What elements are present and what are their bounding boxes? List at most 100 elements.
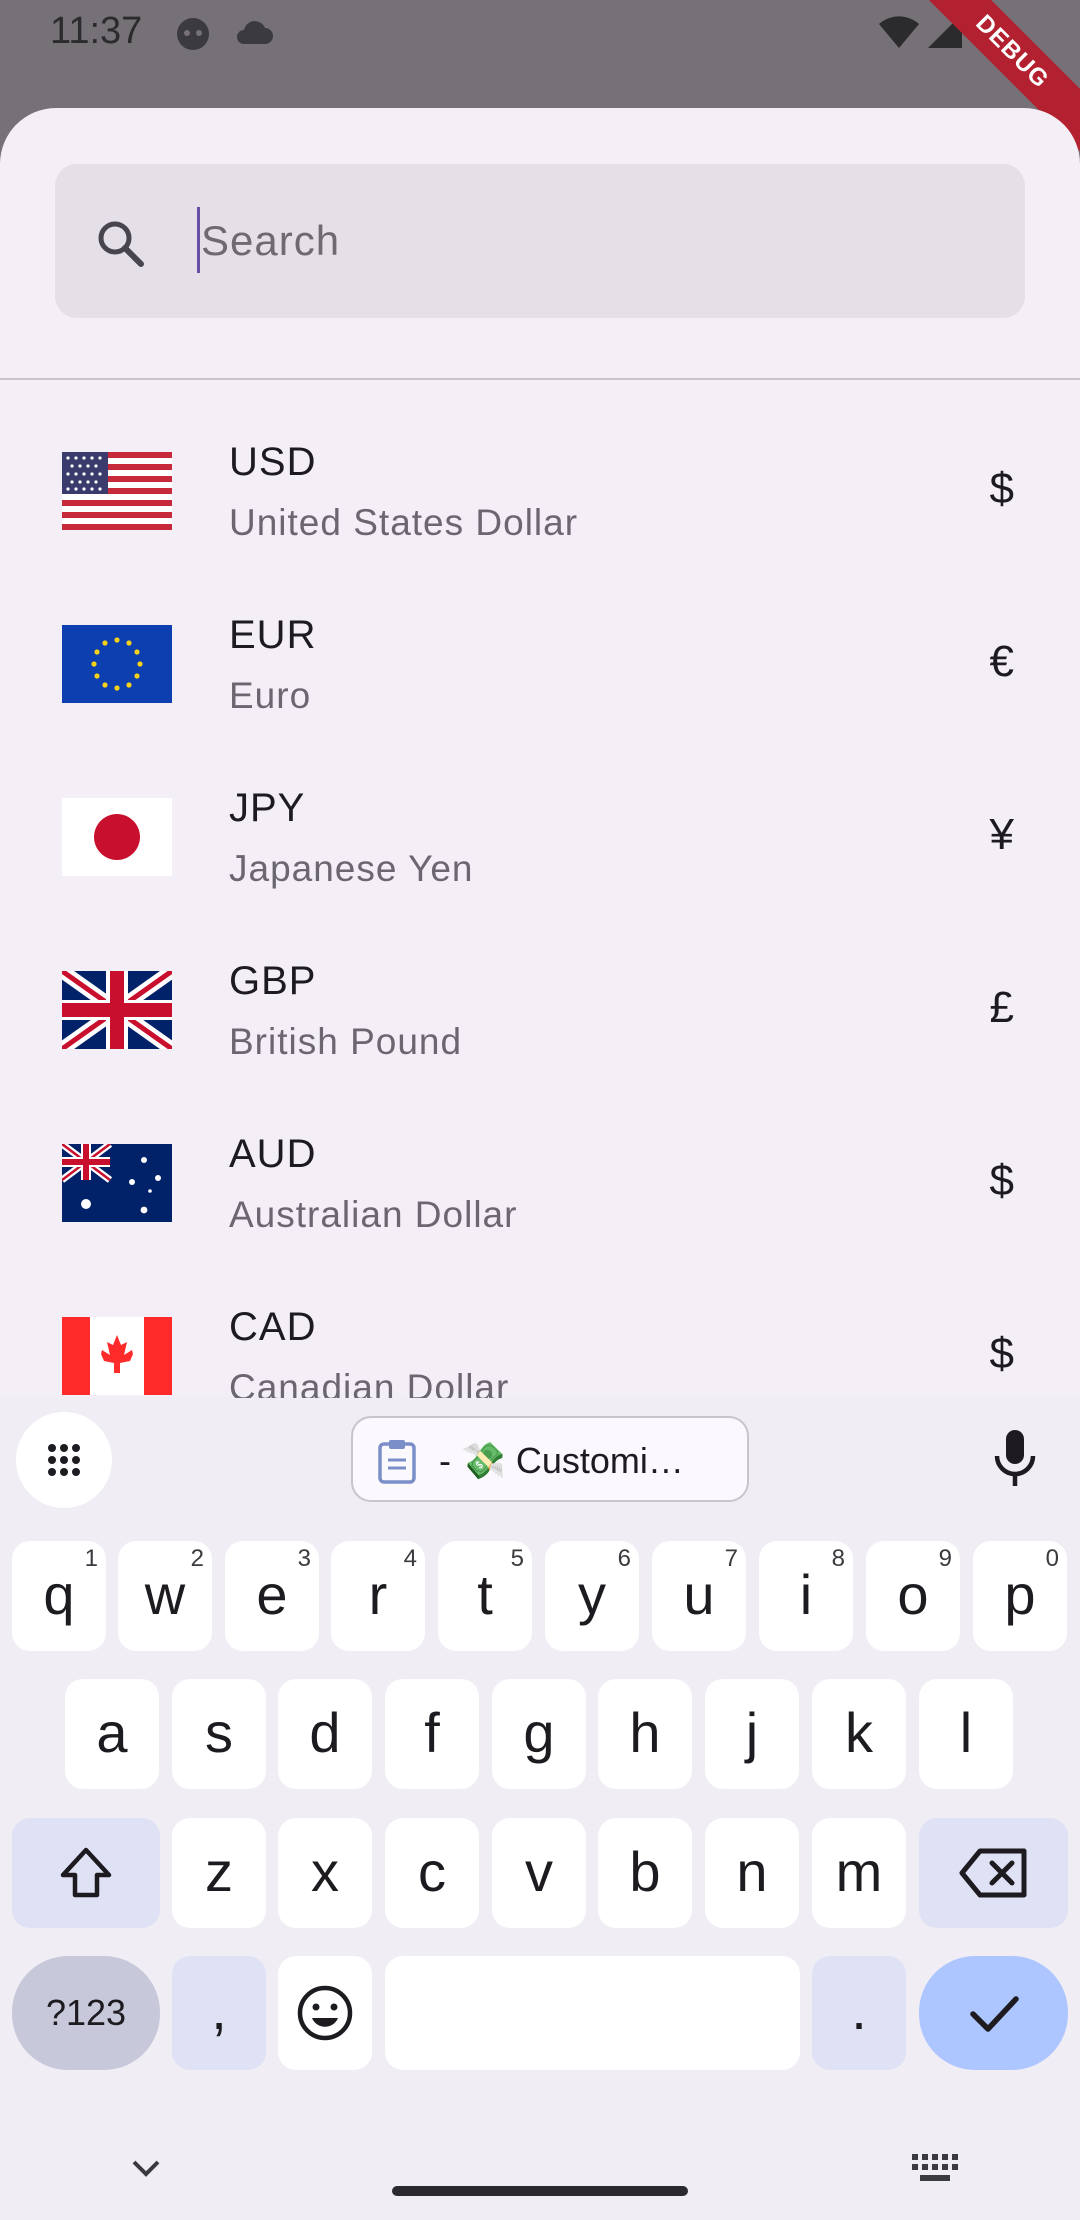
- home-indicator[interactable]: [392, 2186, 688, 2196]
- key-hint: 9: [938, 1545, 952, 1572]
- key-hint: 0: [1045, 1545, 1059, 1572]
- currency-symbol: $: [989, 1156, 1014, 1205]
- eu-flag-icon: [62, 625, 172, 703]
- key-hint: 4: [403, 1545, 417, 1572]
- emoji-key[interactable]: [278, 1956, 372, 2070]
- key-k[interactable]: k: [812, 1679, 906, 1789]
- status-time: 11:37: [50, 10, 143, 52]
- android-face-icon: [174, 14, 212, 57]
- shift-icon: [60, 1847, 112, 1898]
- key-l[interactable]: l: [919, 1679, 1013, 1789]
- key-label: t: [477, 1563, 493, 1626]
- cloud-icon: [234, 18, 274, 53]
- currency-symbol: £: [989, 983, 1014, 1032]
- currency-picker-sheet: USD United States Dollar $ EUR Euro €: [0, 108, 1080, 1398]
- comma-key[interactable]: ,: [172, 1956, 266, 2070]
- key-g[interactable]: g: [492, 1679, 586, 1789]
- hide-keyboard-chevron-icon[interactable]: [126, 2154, 166, 2184]
- voice-input-button[interactable]: [990, 1428, 1040, 1493]
- currency-row-usd[interactable]: USD United States Dollar $: [0, 404, 1080, 577]
- key-hint: 1: [84, 1545, 98, 1572]
- key-r[interactable]: r4: [331, 1541, 425, 1651]
- au-flag-icon: [62, 1144, 172, 1222]
- currency-code: EUR: [229, 613, 317, 657]
- currency-symbol: €: [989, 637, 1014, 686]
- backspace-key[interactable]: [919, 1818, 1068, 1928]
- key-hint: 6: [617, 1545, 631, 1572]
- key-u[interactable]: u7: [652, 1541, 746, 1651]
- currency-row-eur[interactable]: EUR Euro €: [0, 577, 1080, 750]
- space-key[interactable]: [385, 1956, 800, 2070]
- key-f[interactable]: f: [385, 1679, 479, 1789]
- grid-icon: [48, 1444, 80, 1476]
- key-a[interactable]: a: [65, 1679, 159, 1789]
- key-o[interactable]: o9: [866, 1541, 960, 1651]
- status-bar: 11:37 DEBUG: [0, 0, 1080, 160]
- currency-name: British Pound: [229, 1021, 463, 1062]
- keyboard-switch-icon[interactable]: [908, 2150, 960, 2186]
- clipboard-suggestion-chip[interactable]: - 💸 Customi…: [351, 1416, 749, 1502]
- soft-keyboard: - 💸 Customi… q1 w2 e3 r4 t5 y6 u7 i8 o9 …: [0, 1398, 1080, 2220]
- key-hint: 7: [724, 1545, 738, 1572]
- key-p[interactable]: p0: [973, 1541, 1067, 1651]
- divider: [0, 378, 1080, 380]
- clipboard-icon: [378, 1440, 416, 1484]
- key-label: u: [683, 1563, 715, 1626]
- currency-name: Australian Dollar: [229, 1194, 518, 1235]
- currency-name: Japanese Yen: [229, 848, 474, 889]
- key-label: e: [256, 1563, 288, 1626]
- currency-code: JPY: [229, 786, 306, 830]
- key-z[interactable]: z: [172, 1818, 266, 1928]
- key-label: p: [1004, 1563, 1036, 1626]
- key-hint: 8: [831, 1545, 845, 1572]
- currency-symbol: $: [989, 464, 1014, 513]
- done-key[interactable]: [919, 1956, 1068, 2070]
- search-icon: [98, 221, 144, 267]
- key-label: r: [368, 1563, 388, 1626]
- us-flag-icon: [62, 452, 172, 530]
- wifi-icon: [878, 14, 920, 55]
- key-b[interactable]: b: [598, 1818, 692, 1928]
- key-i[interactable]: i8: [759, 1541, 853, 1651]
- currency-row-cad[interactable]: CAD Canadian Dollar $: [0, 1269, 1080, 1398]
- key-c[interactable]: c: [385, 1818, 479, 1928]
- currency-row-jpy[interactable]: JPY Japanese Yen ¥: [0, 750, 1080, 923]
- search-bar[interactable]: [55, 164, 1025, 318]
- key-v[interactable]: v: [492, 1818, 586, 1928]
- key-h[interactable]: h: [598, 1679, 692, 1789]
- checkmark-icon: [969, 1996, 1019, 2032]
- currency-code: USD: [229, 440, 317, 484]
- search-input[interactable]: [201, 198, 981, 284]
- clipboard-suggestion-text: - 💸 Customi…: [439, 1440, 684, 1481]
- currency-row-aud[interactable]: AUD Australian Dollar $: [0, 1096, 1080, 1269]
- currency-code: AUD: [229, 1132, 317, 1176]
- currency-code: CAD: [229, 1305, 317, 1349]
- keyboard-apps-button[interactable]: [16, 1412, 112, 1508]
- currency-row-gbp[interactable]: GBP British Pound £: [0, 923, 1080, 1096]
- text-cursor: [197, 207, 200, 273]
- key-d[interactable]: d: [278, 1679, 372, 1789]
- key-s[interactable]: s: [172, 1679, 266, 1789]
- key-n[interactable]: n: [705, 1818, 799, 1928]
- currency-name: Canadian Dollar: [229, 1367, 510, 1398]
- key-hint: 5: [510, 1545, 524, 1572]
- key-j[interactable]: j: [705, 1679, 799, 1789]
- key-y[interactable]: y6: [545, 1541, 639, 1651]
- symbols-key[interactable]: ?123: [12, 1956, 160, 2070]
- currency-name: United States Dollar: [229, 502, 579, 543]
- shift-key[interactable]: [12, 1818, 160, 1928]
- gb-flag-icon: [62, 971, 172, 1049]
- currency-symbol: ¥: [989, 810, 1014, 859]
- keyboard-toolbar: - 💸 Customi…: [0, 1398, 1080, 1518]
- key-e[interactable]: e3: [225, 1541, 319, 1651]
- period-key[interactable]: .: [812, 1956, 906, 2070]
- key-m[interactable]: m: [812, 1818, 906, 1928]
- ca-flag-icon: [62, 1317, 172, 1395]
- key-q[interactable]: q1: [12, 1541, 106, 1651]
- key-x[interactable]: x: [278, 1818, 372, 1928]
- backspace-icon: [959, 1848, 1026, 1898]
- navigation-bar: [0, 2110, 1080, 2220]
- microphone-icon: [994, 1430, 1036, 1486]
- key-t[interactable]: t5: [438, 1541, 532, 1651]
- key-w[interactable]: w2: [118, 1541, 212, 1651]
